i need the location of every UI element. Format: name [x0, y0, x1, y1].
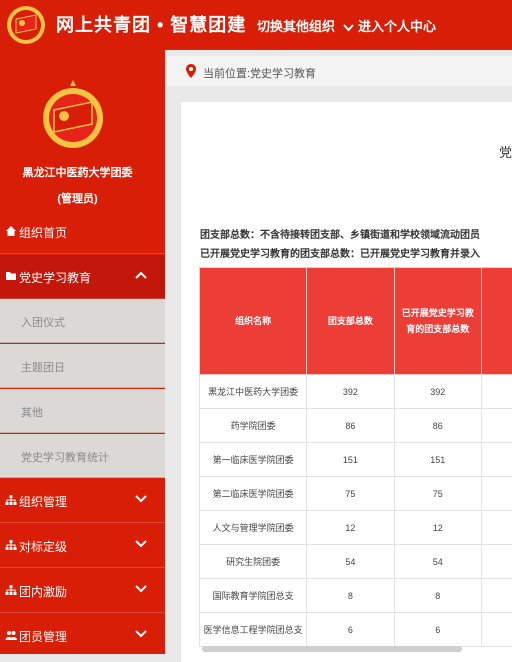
sidebar: 黑龙江中医药大学团委 (管理员) 组织首页 党史学习教育 入团仪式 主题团日 其…: [0, 50, 165, 654]
submenu-item[interactable]: 入团仪式: [0, 299, 165, 343]
table-cell: [481, 375, 512, 409]
report-title: 党: [499, 142, 512, 161]
column-header: 组织名称: [200, 268, 307, 375]
chevron-down-icon: [135, 630, 147, 638]
chevron-up-icon: [135, 271, 147, 279]
table-row: 黑龙江中医药大学团委 392 392: [200, 375, 512, 409]
org-name: 黑龙江中医药大学团委: [0, 164, 155, 180]
table-cell: 国际教育学院团总支: [200, 579, 307, 613]
column-header: 已开展党史学习教育的团支部总数: [394, 268, 481, 375]
menu-item-label: 组织首页: [19, 224, 67, 241]
table-cell: 8: [307, 579, 394, 613]
sitemap-icon: [5, 584, 17, 596]
statistics-table: 组织名称 团支部总数 已开展党史学习教育的团支部总数 黑龙江中医药大学团委 39…: [199, 267, 512, 647]
table-cell: 151: [307, 443, 394, 477]
table-cell: [481, 511, 512, 545]
breadcrumb: 当前位置:党史学习教育: [167, 56, 512, 86]
submenu-item-label: 入团仪式: [21, 314, 65, 330]
org-role: (管理员): [0, 190, 155, 206]
app-title: 网上共青团 • 智慧团建: [56, 11, 246, 37]
submenu-item-label: 主题团日: [21, 359, 65, 375]
table-row: 国际教育学院团总支 8 8: [200, 579, 512, 613]
table-cell: [481, 545, 512, 579]
horizontal-scrollbar[interactable]: [202, 646, 462, 652]
menu-item-home[interactable]: 组织首页: [0, 210, 165, 254]
users-icon: [5, 629, 17, 641]
menu-item-label: 对标定级: [19, 538, 67, 555]
chevron-down-icon: [135, 495, 147, 503]
sitemap-icon: [5, 494, 17, 506]
table-row: 第一临床医学院团委 151 151: [200, 443, 512, 477]
table-note: 已开展党史学习教育的团支部总数：已开展党史学习教育并录入: [200, 245, 480, 260]
menu-item-label: 组织管理: [19, 493, 67, 510]
menu-item-org-management[interactable]: 组织管理: [0, 479, 165, 523]
table-row: 研究生院团委 54 54: [200, 545, 512, 579]
column-header: 团支部总数: [307, 268, 394, 375]
league-emblem-icon: [40, 80, 106, 150]
table-row: 第二临床医学院团委 75 75: [200, 477, 512, 511]
submenu-item-label: 党史学习教育统计: [21, 449, 109, 465]
table-cell: 392: [394, 375, 481, 409]
column-header: [481, 268, 512, 375]
table-cell: 54: [307, 545, 394, 579]
menu-item-party-history[interactable]: 党史学习教育: [0, 255, 165, 299]
table-cell: 研究生院团委: [200, 545, 307, 579]
table-header-row: 组织名称 团支部总数 已开展党史学习教育的团支部总数: [200, 268, 512, 375]
table-cell: [481, 613, 512, 647]
breadcrumb-label: 当前位置:党史学习教育: [203, 65, 316, 81]
personal-center-link[interactable]: 进入个人中心: [358, 16, 436, 35]
table-cell: 第二临床医学院团委: [200, 477, 307, 511]
folder-open-icon: [5, 270, 17, 282]
table-cell: 392: [307, 375, 394, 409]
table-cell: 75: [394, 477, 481, 511]
map-marker-icon: [186, 64, 196, 78]
table-cell: [481, 409, 512, 443]
table-cell: 6: [394, 613, 481, 647]
table-cell: 75: [307, 477, 394, 511]
table-cell: [481, 477, 512, 511]
table-cell: 医学信息工程学院团总支: [200, 613, 307, 647]
top-header: 网上共青团 • 智慧团建 切换其他组织 进入个人中心: [0, 0, 512, 50]
menu-item-label: 团员管理: [19, 628, 67, 645]
table-cell: 86: [307, 409, 394, 443]
table-cell: 8: [394, 579, 481, 613]
chevron-down-icon: [135, 540, 147, 548]
table-note: 团支部总数：不含待接转团支部、乡镇街道和学校领域流动团员: [200, 226, 480, 241]
youth-league-logo: [6, 5, 46, 45]
table-cell: [481, 579, 512, 613]
table-cell: [481, 443, 512, 477]
sitemap-icon: [5, 539, 17, 551]
table-cell: 人文与管理学院团委: [200, 511, 307, 545]
menu-item-members[interactable]: 团员管理: [0, 614, 165, 654]
table-cell: 12: [394, 511, 481, 545]
menu-item-incentive[interactable]: 团内激励: [0, 569, 165, 613]
submenu-item-label: 其他: [21, 404, 43, 420]
table-cell: 6: [307, 613, 394, 647]
table-cell: 151: [394, 443, 481, 477]
submenu-item[interactable]: 其他: [0, 389, 165, 433]
menu-item-label: 团内激励: [19, 583, 67, 600]
home-icon: [5, 225, 17, 237]
chevron-down-icon: [135, 585, 147, 593]
main-content: 党 团支部总数：不含待接转团支部、乡镇街道和学校领域流动团员 已开展党史学习教育…: [181, 102, 512, 662]
menu-item-benchmark[interactable]: 对标定级: [0, 524, 165, 568]
chevron-down-icon: [343, 24, 354, 32]
menu-item-label: 党史学习教育: [19, 269, 91, 286]
table-cell: 12: [307, 511, 394, 545]
table-cell: 86: [394, 409, 481, 443]
table-cell: 第一临床医学院团委: [200, 443, 307, 477]
table-cell: 黑龙江中医药大学团委: [200, 375, 307, 409]
switch-org-button[interactable]: 切换其他组织: [257, 16, 354, 35]
submenu-item[interactable]: 主题团日: [0, 344, 165, 388]
switch-org-label: 切换其他组织: [257, 19, 335, 34]
table-row: 药学院团委 86 86: [200, 409, 512, 443]
submenu-item[interactable]: 党史学习教育统计: [0, 434, 165, 478]
table-row: 人文与管理学院团委 12 12: [200, 511, 512, 545]
table-row: 医学信息工程学院团总支 6 6: [200, 613, 512, 647]
table-cell: 54: [394, 545, 481, 579]
table-cell: 药学院团委: [200, 409, 307, 443]
